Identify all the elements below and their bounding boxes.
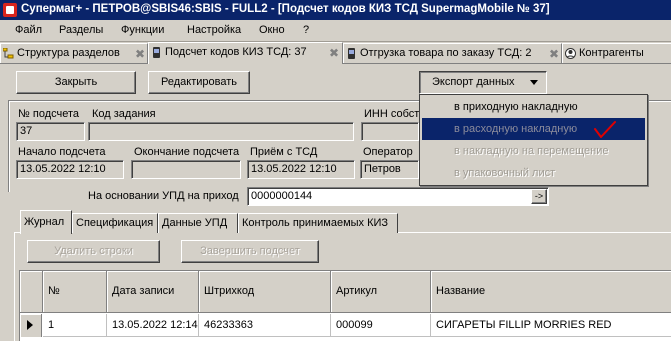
col-header-date[interactable]: Дата записи xyxy=(107,271,199,313)
table-cell-no[interactable]: 1 xyxy=(43,314,107,337)
end-field[interactable] xyxy=(131,160,241,179)
row-indicator-header xyxy=(20,271,43,313)
table-cell-article[interactable]: 000099 xyxy=(331,314,431,337)
finish-count-button[interactable]: Завершить подсчет xyxy=(181,240,319,263)
export-label: Экспорт данных xyxy=(432,76,515,88)
operator-field[interactable]: Петров xyxy=(360,160,419,179)
table-cell-barcode[interactable]: 46233363 xyxy=(199,314,331,337)
table-cell-date[interactable]: 13.05.2022 12:14 xyxy=(107,314,199,337)
tab-journal[interactable]: Журнал xyxy=(20,210,72,234)
tab-label: Журнал xyxy=(24,216,65,228)
export-data-button[interactable]: Экспорт данных xyxy=(419,71,547,94)
task-code-field[interactable] xyxy=(88,122,354,141)
upd-label: На основании УПД на приход xyxy=(88,190,239,202)
tree-icon xyxy=(3,48,14,59)
close-icon[interactable]: ✖ xyxy=(329,46,339,60)
menu-window[interactable]: Окно xyxy=(259,24,285,36)
tab-label: Структура разделов xyxy=(17,47,120,59)
tab-label: Контроль принимаемых КИЗ xyxy=(242,217,389,229)
received-label: Приём с ТСД xyxy=(250,146,318,158)
export-to-packing-list[interactable]: в упаковочный лист xyxy=(422,162,645,184)
menu-bar: Файл Разделы Функции Настройка Окно ? xyxy=(0,20,671,42)
task-code-label: Код задания xyxy=(92,108,156,120)
upd-select-button[interactable]: -> xyxy=(531,189,547,204)
contractor-icon xyxy=(565,48,576,59)
current-row-icon xyxy=(20,314,42,337)
end-label: Окончание подсчета xyxy=(134,146,240,158)
close-icon[interactable]: ✖ xyxy=(549,47,559,61)
tab-label: Подсчет кодов КИЗ ТСД: 37 xyxy=(165,46,307,58)
tab-label: Отгрузка товара по заказу ТСД: 2 xyxy=(360,47,532,59)
operator-label: Оператор xyxy=(363,146,413,158)
menu-file[interactable]: Файл xyxy=(15,24,42,36)
col-header-name[interactable]: Название xyxy=(431,271,671,313)
tab-kiz-control[interactable]: Контроль принимаемых КИЗ xyxy=(238,213,398,233)
tab-label: Данные УПД xyxy=(162,217,228,229)
tab-specification[interactable]: Спецификация xyxy=(72,213,158,233)
app-icon xyxy=(3,3,17,17)
export-to-transfer-invoice[interactable]: в накладную на перемещение xyxy=(422,140,645,162)
tab-upd-data[interactable]: Данные УПД xyxy=(158,213,238,233)
col-header-barcode[interactable]: Штрихкод xyxy=(199,271,331,313)
start-label: Начало подсчета xyxy=(18,146,106,158)
inn-field[interactable] xyxy=(361,122,419,141)
count-number-label: № подсчета xyxy=(18,108,79,120)
checkmark-annotation-icon xyxy=(594,121,616,138)
scanner-icon xyxy=(153,47,160,58)
title-bar: Супермаг+ - ПЕТРОВ@SBIS46:SBIS - FULL2 -… xyxy=(0,0,671,20)
chevron-down-icon xyxy=(530,80,538,85)
tab-label: Контрагенты xyxy=(579,47,644,59)
edit-button[interactable]: Редактировать xyxy=(148,71,250,94)
received-field[interactable]: 13.05.2022 12:10 xyxy=(247,160,355,179)
col-header-no[interactable]: № xyxy=(43,271,107,313)
menu-functions[interactable]: Функции xyxy=(121,24,164,36)
tab-structure[interactable]: Структура разделов ✖ xyxy=(0,43,148,63)
export-to-incoming-invoice[interactable]: в приходную накладную xyxy=(422,96,645,118)
menu-sections[interactable]: Разделы xyxy=(59,24,103,36)
tab-contractors[interactable]: Контрагенты xyxy=(562,43,671,63)
menu-help[interactable]: ? xyxy=(303,24,309,36)
tab-label: Спецификация xyxy=(76,217,154,229)
export-menu: в приходную накладную в расходную наклад… xyxy=(419,94,648,186)
close-button[interactable]: Закрыть xyxy=(16,71,136,94)
document-tabs: Структура разделов ✖ Подсчет кодов КИЗ Т… xyxy=(0,42,671,64)
inn-label: ИНН собст xyxy=(364,108,420,120)
table-cell-name[interactable]: СИГАРЕТЫ FILLIP MORRIES RED xyxy=(431,314,671,337)
window-title: Супермаг+ - ПЕТРОВ@SBIS46:SBIS - FULL2 -… xyxy=(21,3,550,15)
start-field[interactable]: 13.05.2022 12:10 xyxy=(16,160,124,179)
scanner-icon xyxy=(348,48,355,59)
upd-field[interactable]: 0000000144 xyxy=(247,187,549,206)
close-icon[interactable]: ✖ xyxy=(135,47,145,61)
delete-rows-button[interactable]: Удалить строки xyxy=(27,240,160,263)
journal-table: № Дата записи Штрихкод Артикул Название … xyxy=(19,270,671,341)
menu-settings[interactable]: Настройка xyxy=(187,24,241,36)
col-header-article[interactable]: Артикул xyxy=(331,271,431,313)
count-number-field[interactable]: 37 xyxy=(16,122,85,141)
tab-shipment[interactable]: Отгрузка товара по заказу ТСД: 2 ✖ xyxy=(343,43,562,63)
tab-kiz-count[interactable]: Подсчет кодов КИЗ ТСД: 37 ✖ xyxy=(148,42,343,64)
